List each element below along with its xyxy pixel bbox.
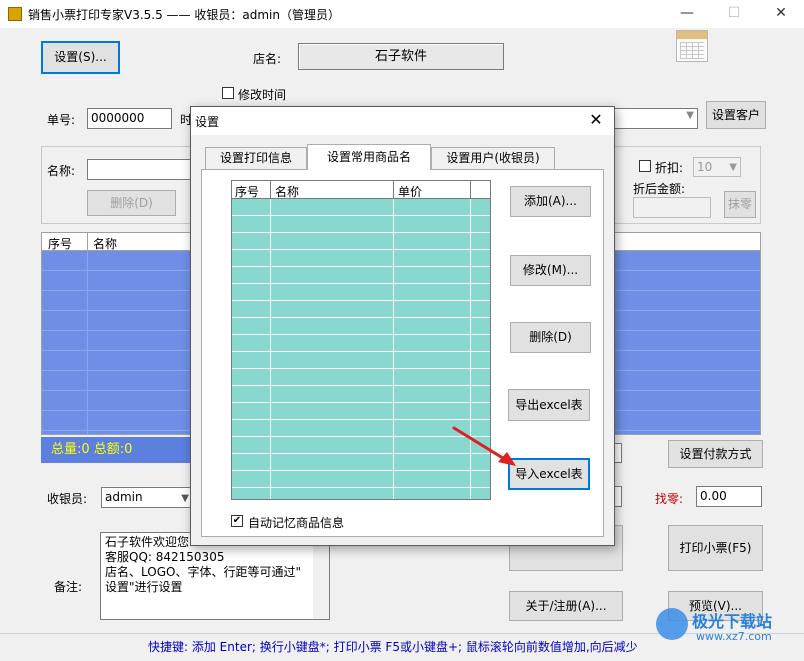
- round-off-button[interactable]: 抹零: [724, 191, 756, 218]
- discount-value: 10: [697, 160, 713, 174]
- memo-line: 店名、LOGO、字体、行距等可通过": [105, 565, 301, 579]
- table-row[interactable]: [232, 233, 490, 250]
- watermark-brand: 极光下载站: [692, 612, 773, 631]
- watermark-icon: [656, 608, 688, 640]
- import-excel-button[interactable]: 导入excel表: [508, 458, 590, 490]
- table-row[interactable]: [232, 386, 490, 403]
- remember-goods-label: 自动记忆商品信息: [248, 516, 345, 530]
- table-row[interactable]: [232, 403, 490, 420]
- settings-button[interactable]: 设置(S)...: [41, 41, 120, 74]
- column-header: 名称: [275, 185, 300, 199]
- discount-label: 折扣:: [655, 161, 684, 175]
- title-bar: 销售小票打印专家V3.5.5 —— 收银员：admin（管理员） — ☐ ✕: [0, 0, 804, 28]
- settings-dialog: 设置 ✕ 设置打印信息 设置常用商品名 设置用户(收银员) 序号 名称 单价 添…: [190, 106, 615, 546]
- close-button[interactable]: ✕: [758, 2, 804, 26]
- edit-goods-button[interactable]: 修改(M)...: [510, 255, 591, 286]
- table-row[interactable]: [232, 301, 490, 318]
- payment-field-edge[interactable]: [614, 443, 622, 463]
- print-receipt-button[interactable]: 打印小票(F5): [668, 525, 763, 571]
- column-header: 名称: [93, 237, 118, 251]
- tab-common-goods[interactable]: 设置常用商品名: [307, 144, 431, 170]
- table-row[interactable]: [232, 352, 490, 369]
- window-title: 销售小票打印专家V3.5.5 —— 收银员：admin（管理员）: [28, 8, 340, 22]
- paid-field-edge[interactable]: [614, 486, 622, 507]
- customer-select[interactable]: ▼: [612, 108, 698, 129]
- table-row[interactable]: [232, 267, 490, 284]
- watermark-url: www.xz7.com: [696, 630, 772, 643]
- discount-select[interactable]: 10 ▼: [693, 157, 741, 177]
- after-discount-label: 折后金额:: [633, 182, 686, 196]
- shortcut-hint: 快捷键: 添加 Enter; 换行小键盘*; 打印小票 F5或小键盘+; 鼠标滚…: [148, 640, 638, 654]
- cashier-label: 收银员:: [47, 492, 88, 506]
- memo-line: 客服QQ: 842150305: [105, 550, 225, 564]
- item-name-label: 名称:: [47, 164, 76, 178]
- table-row[interactable]: [232, 199, 490, 216]
- app-icon: [8, 7, 22, 21]
- memo-label: 备注:: [54, 580, 83, 594]
- watermark-logo: 极光下载站 www.xz7.com: [656, 604, 796, 650]
- shop-label: 店名:: [253, 52, 282, 66]
- table-row[interactable]: [232, 284, 490, 301]
- table-row[interactable]: [232, 250, 490, 267]
- column-header: 序号: [48, 237, 73, 251]
- dialog-title-bar: 设置 ✕: [191, 107, 614, 135]
- order-label: 单号:: [47, 113, 76, 127]
- edit-time-label: 修改时间: [238, 88, 287, 102]
- calendar-icon[interactable]: [676, 30, 708, 62]
- memo-line: 设置"进行设置: [105, 580, 183, 594]
- table-row[interactable]: [232, 369, 490, 386]
- table-row[interactable]: [232, 335, 490, 352]
- export-excel-button[interactable]: 导出excel表: [508, 389, 590, 421]
- change-amount-input[interactable]: 0.00: [696, 486, 762, 507]
- edit-time-checkbox[interactable]: [222, 87, 234, 99]
- delete-goods-button[interactable]: 删除(D): [510, 322, 591, 353]
- set-payment-button[interactable]: 设置付款方式: [668, 440, 763, 468]
- table-row[interactable]: [232, 216, 490, 233]
- shop-name-display: 石子软件: [298, 43, 504, 70]
- maximize-button[interactable]: ☐: [711, 2, 757, 26]
- table-row[interactable]: [232, 471, 490, 488]
- goods-table-header: 序号 名称 单价: [232, 181, 490, 199]
- add-goods-button[interactable]: 添加(A)...: [510, 186, 591, 217]
- arrow-icon: [452, 426, 516, 466]
- tab-users[interactable]: 设置用户(收银员): [431, 147, 555, 169]
- column-header: 序号: [235, 185, 260, 199]
- about-register-button[interactable]: 关于/注册(A)...: [509, 591, 623, 621]
- totals-display: 总量:0 总额:0: [41, 437, 196, 463]
- tab-print-info[interactable]: 设置打印信息: [205, 147, 307, 169]
- item-name-input[interactable]: [87, 159, 197, 180]
- dialog-title: 设置: [195, 115, 220, 129]
- set-customer-button[interactable]: 设置客户: [706, 101, 766, 129]
- after-discount-input[interactable]: [633, 197, 711, 218]
- cashier-value: admin: [105, 490, 143, 504]
- discount-checkbox[interactable]: [639, 160, 651, 172]
- remember-goods-checkbox[interactable]: ✔: [231, 515, 243, 527]
- dialog-close-button[interactable]: ✕: [584, 109, 608, 133]
- order-number-input[interactable]: 0000000: [87, 108, 172, 129]
- cashier-select[interactable]: admin ▼: [101, 487, 193, 508]
- minimize-button[interactable]: —: [664, 2, 710, 26]
- delete-item-button[interactable]: 删除(D): [87, 190, 176, 216]
- column-header: 单价: [398, 185, 423, 199]
- table-row[interactable]: [232, 318, 490, 335]
- change-label: 找零:: [655, 492, 684, 506]
